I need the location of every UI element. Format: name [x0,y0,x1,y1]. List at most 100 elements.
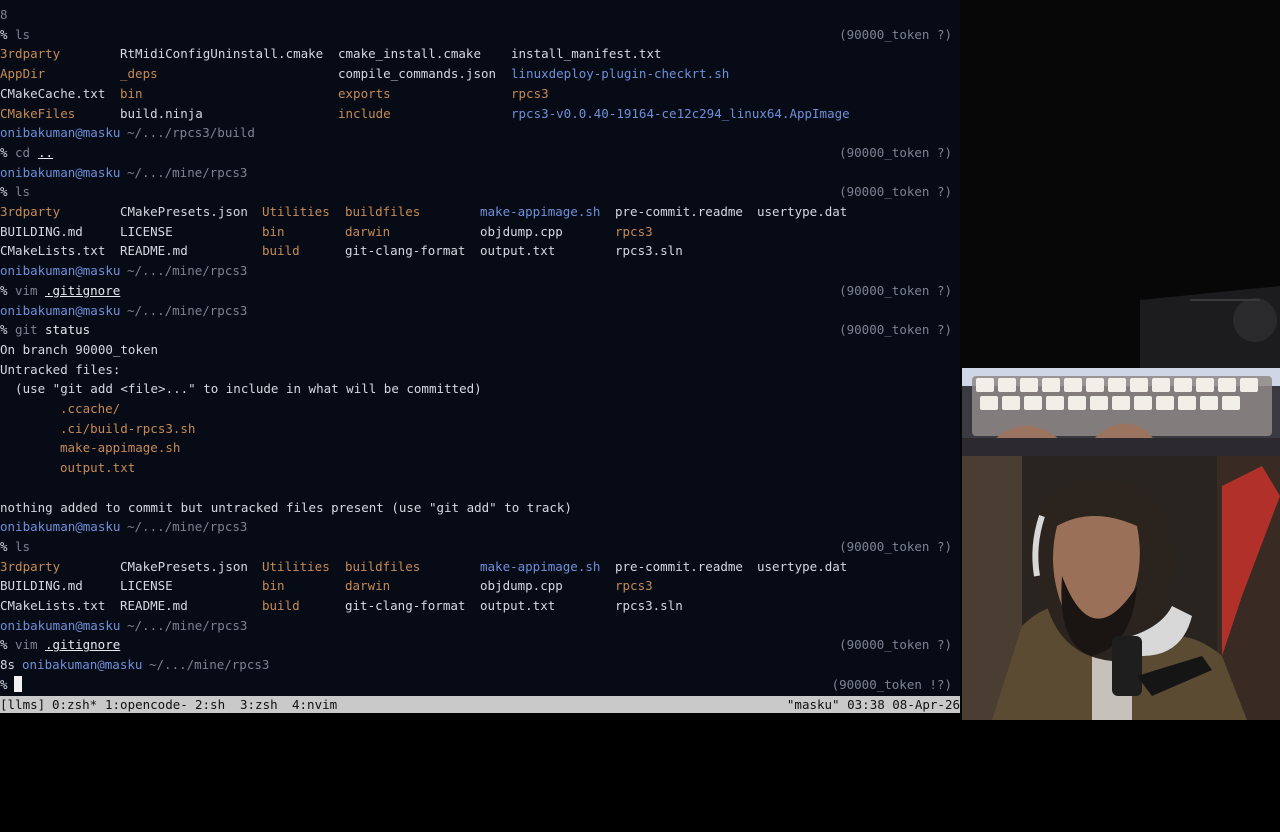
terminal-cursor [14,676,22,692]
terminal-text: CMakeCache.txt [0,85,106,101]
terminal-text: buildfiles [345,204,421,219]
terminal-text: objdump.cpp [480,223,563,239]
terminal-text: README.md [120,598,188,613]
terminal-line: onibakuman@masku ~/.../mine/rpcs3 [0,163,960,183]
terminal-line: BUILDING.md LICENSE bin darwin objdump.cpp rp… [0,576,960,596]
terminal-text: 3rdparty [0,46,61,62]
terminal-text: vim [15,282,38,298]
terminal-text: include [338,105,391,121]
terminal-text: .ci/build-rpcs3.sh [60,420,196,436]
terminal-text: Untracked files: [0,361,121,377]
git-branch-indicator: (90000_token !?) [831,676,952,692]
terminal-line: 8 [0,5,960,25]
room-background [960,0,1280,368]
terminal-line: CMakeLists.txt README.md build git-clang-fo… [0,241,960,261]
terminal-text: 3rdparty [0,204,61,219]
terminal-text: CMakePresets.json [120,204,248,219]
terminal-line: CMakeLists.txt README.md build git-clang-fo… [0,596,960,616]
terminal-text: onibakuman@masku [0,302,121,318]
git-branch-indicator: (90000_token ?) [839,184,952,200]
terminal-text: onibakuman@masku [0,519,121,535]
terminal-text: 8s [0,657,16,673]
terminal-text: ~/.../mine/rpcs3 [127,302,248,318]
tmux-window-1[interactable]: 1:opencode- [105,696,188,713]
terminal-line: BUILDING.md LICENSE bin darwin objdump.cpp rp… [0,222,960,242]
terminal-text: CMakePresets.json [120,558,248,574]
terminal-line: % ls (90000_token ?) [0,537,960,557]
terminal-text: % [0,637,8,653]
terminal-text: git-clang-format [345,243,466,259]
git-branch-indicator: (90000_token ?) [839,144,952,160]
terminal-text: make-appimage.sh [60,440,181,456]
terminal-line: onibakuman@masku ~/.../mine/rpcs3 [0,261,960,281]
terminal-text: On branch 90000_token [0,341,159,357]
terminal-text: cd [15,144,31,160]
terminal-text: onibakuman@masku [22,657,143,673]
terminal-text: .gitignore [45,282,121,298]
terminal-text: bin [120,85,143,101]
terminal-line: % git status (90000_token ?) [0,320,960,340]
terminal-text: make-appimage.sh [480,204,601,219]
git-branch-indicator: (90000_token ?) [839,637,952,653]
terminal-text: nothing added to commit but untracked fi… [0,499,572,515]
terminal-line: output.txt [0,458,960,478]
terminal-text: 3rdparty [0,558,61,574]
terminal-text: build [262,598,300,613]
terminal-text: objdump.cpp [480,578,563,594]
terminal-text: onibakuman@masku [0,617,121,633]
terminal-text: BUILDING.md [0,578,83,594]
terminal-line: onibakuman@masku ~/.../mine/rpcs3 [0,616,960,636]
terminal-line: 3rdparty CMakePresets.json Utilities buildf… [0,557,960,577]
terminal-text: ~/.../mine/rpcs3 [149,657,270,673]
terminal-line: Untracked files: [0,360,960,380]
terminal-line: .ci/build-rpcs3.sh [0,419,960,439]
terminal-pane[interactable]: 8% ls (90000_token ?) 3rdparty RtMidiConfigU… [0,0,960,696]
tmux-window-4[interactable]: 4:nvim [292,696,337,713]
tmux-window-3[interactable]: 3:zsh [240,696,278,713]
terminal-text: usertype.dat [757,558,848,574]
terminal-line: nothing added to commit but untracked fi… [0,498,960,518]
terminal-text: onibakuman@masku [0,263,121,279]
terminal-text: vim [15,637,38,653]
terminal-line: make-appimage.sh [0,438,960,458]
terminal-text: linuxdeploy-plugin-checkrt.sh [511,66,730,82]
terminal-text: ls [15,538,31,554]
tmux-status-bar: [llms] 0:zsh* 1:opencode- 2:sh 3:zsh 4:n… [0,696,960,713]
keyboard-camera-art [962,368,1280,456]
terminal-text: rpcs3 [615,578,653,594]
tmux-session-name: [llms] [0,697,46,712]
terminal-line: % vim .gitignore (90000_token ?) [0,635,960,655]
terminal-line: 3rdparty CMakePresets.json Utilities buildf… [0,202,960,222]
terminal-text: onibakuman@masku [0,125,121,141]
terminal-text: ls [15,26,31,42]
facecam [962,456,1280,720]
terminal-text: pre-commit.readme [615,558,743,574]
terminal-text: README.md [120,243,188,259]
terminal-text: onibakuman@masku [0,164,121,180]
terminal-line: 8s onibakuman@masku ~/.../mine/rpcs3 [0,655,960,675]
terminal-text: ~/.../rpcs3/build [127,125,255,141]
git-branch-indicator: (90000_token ?) [839,282,952,298]
terminal-text: usertype.dat [757,204,848,219]
terminal-text: buildfiles [345,558,421,574]
room-background-art [960,0,1280,368]
terminal-text: % [0,26,8,42]
tmux-window-2[interactable]: 2:sh [195,696,225,713]
tmux-status-right: "masku" 03:38 08-Apr-26 [786,697,960,712]
git-branch-indicator: (90000_token ?) [839,322,952,338]
terminal-text: LICENSE [120,223,173,239]
terminal-text: build.ninja [120,105,203,121]
terminal-text: .. [38,144,54,160]
terminal-line: onibakuman@masku ~/.../mine/rpcs3 [0,517,960,537]
tmux-window-0[interactable]: 0:zsh* [52,696,97,713]
terminal-text: rpcs3 [615,223,653,239]
terminal-text: ~/.../mine/rpcs3 [127,519,248,535]
git-branch-indicator: (90000_token ?) [839,26,952,42]
terminal-text: 8 [0,7,8,22]
terminal-line: % cd.. (90000_token ?) [0,143,960,163]
terminal-text: make-appimage.sh [480,558,601,574]
terminal-line: onibakuman@masku ~/.../rpcs3/build [0,123,960,143]
terminal-text: % [0,676,8,692]
terminal-text: output.txt [480,243,556,259]
